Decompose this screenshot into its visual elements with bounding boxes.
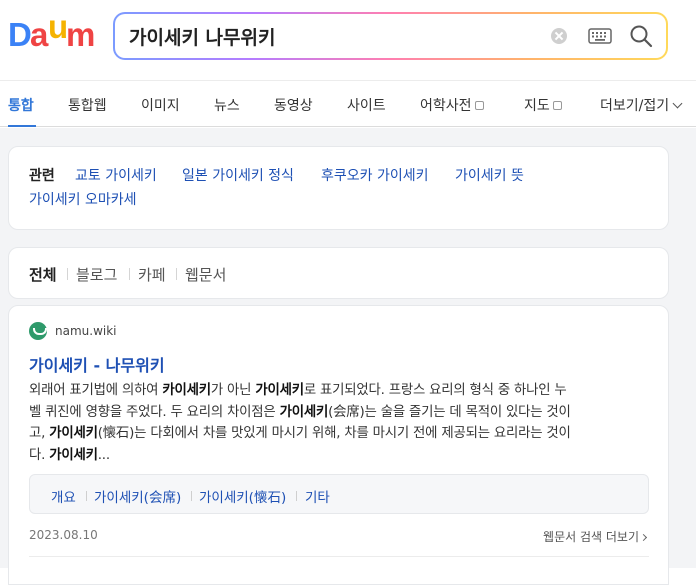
related-link[interactable]: 가이세키 오마카세: [29, 189, 137, 209]
filter-divider: [67, 268, 68, 280]
search-box-inner: [115, 14, 666, 58]
filter-blog[interactable]: 블로그: [76, 264, 117, 285]
namuwiki-favicon-icon: [29, 322, 47, 340]
sitelink-kaiseki-kaiseki-banquet[interactable]: 가이세키(会席): [94, 486, 181, 506]
search-box: [113, 12, 668, 60]
tab-dictionary[interactable]: 어학사전: [420, 95, 484, 115]
daum-logo[interactable]: D a u m: [8, 10, 96, 53]
results-area: 관련 교토 가이세키 일본 가이세키 정식 후쿠오카 가이세키 가이세키 뜻 가…: [0, 128, 696, 585]
snippet-line: 고, 가이세키(懐石)는 다회에서 차를 맛있게 마시기 위해, 차를 마시기 …: [29, 426, 571, 441]
external-link-icon: [552, 101, 562, 110]
active-tab-indicator: [8, 125, 36, 127]
tab-video[interactable]: 동영상: [274, 95, 313, 115]
filter-all[interactable]: 전체: [29, 264, 57, 285]
tab-images[interactable]: 이미지: [141, 95, 180, 115]
sitelink-divider: [86, 491, 87, 501]
result-date: 2023.08.10: [29, 528, 98, 542]
search-input[interactable]: [129, 14, 539, 58]
related-link[interactable]: 가이세키 뜻: [455, 165, 524, 185]
tab-sites[interactable]: 사이트: [347, 95, 386, 115]
clear-icon[interactable]: [551, 28, 567, 44]
external-link-icon: [474, 101, 484, 110]
filter-divider: [129, 268, 130, 280]
related-link[interactable]: 교토 가이세키: [75, 165, 157, 185]
tab-news[interactable]: 뉴스: [214, 95, 240, 115]
tab-more-label: 더보기/접기: [600, 98, 670, 114]
result-filter-bar: 전체 블로그 카페 웹문서: [8, 247, 669, 299]
related-searches-card: 관련 교토 가이세키 일본 가이세키 정식 후쿠오카 가이세키 가이세키 뜻 가…: [8, 146, 669, 230]
sitelink-divider: [296, 491, 297, 501]
related-link[interactable]: 일본 가이세키 정식: [182, 165, 294, 185]
search-result: namu.wiki 가이세키 - 나무위키 외래어 표기법에 의하여 카이세키가…: [8, 305, 669, 585]
sitelink-kaiseki-tea[interactable]: 가이세키(懐石): [199, 486, 286, 506]
tab-map-label: 지도: [524, 98, 550, 114]
search-icon[interactable]: [629, 24, 653, 48]
related-title: 관련: [29, 168, 55, 184]
sitelink-divider: [191, 491, 192, 501]
logo-letter-a: a: [30, 16, 49, 53]
tab-dictionary-label: 어학사전: [420, 98, 472, 114]
more-webdocs-label: 웹문서 검색 더보기: [543, 530, 639, 544]
filter-cafe[interactable]: 카페: [138, 264, 166, 285]
logo-letter-d: D: [8, 16, 32, 53]
filter-webdocs[interactable]: 웹문서: [185, 264, 226, 285]
header: D a u m: [0, 0, 696, 80]
search-tabs: 통합 통합웹 이미지 뉴스 동영상 사이트 어학사전 지도 더보기/접기: [0, 80, 696, 127]
tab-more-toggle[interactable]: 더보기/접기: [600, 95, 683, 115]
snippet-line: 다. 가이세키...: [29, 447, 110, 463]
sitelink-overview[interactable]: 개요: [51, 486, 76, 506]
chevron-right-icon: [639, 533, 648, 542]
tab-map[interactable]: 지도: [524, 95, 562, 115]
related-link[interactable]: 후쿠오카 가이세키: [321, 165, 429, 185]
chevron-down-icon: [672, 98, 683, 109]
result-title-link[interactable]: 가이세키 - 나무위키: [29, 352, 165, 376]
more-webdocs-link[interactable]: 웹문서 검색 더보기: [543, 528, 648, 545]
result-site-name[interactable]: namu.wiki: [55, 324, 117, 338]
sitelink-other[interactable]: 기타: [305, 486, 330, 506]
logo-letter-m: m: [66, 16, 96, 53]
tab-integrated-web[interactable]: 통합웹: [68, 95, 107, 115]
snippet-line: 외래어 표기법에 의하여 카이세키가 아닌 가이세키로 표기되었다. 프랑스 요…: [29, 383, 567, 398]
keyboard-icon[interactable]: [588, 27, 612, 45]
snippet-line: 벨 퀴진에 영향을 주었다. 두 요리의 차이점은 가이세키(会席)는 술을 즐…: [29, 404, 571, 420]
divider: [29, 556, 649, 557]
result-snippet: 외래어 표기법에 의하여 카이세키가 아닌 가이세키로 표기되었다. 프랑스 요…: [29, 380, 651, 466]
tab-integrated[interactable]: 통합: [8, 95, 34, 115]
filter-divider: [176, 268, 177, 280]
result-sitelinks: 개요 가이세키(会席) 가이세키(懐石) 기타: [29, 474, 649, 514]
